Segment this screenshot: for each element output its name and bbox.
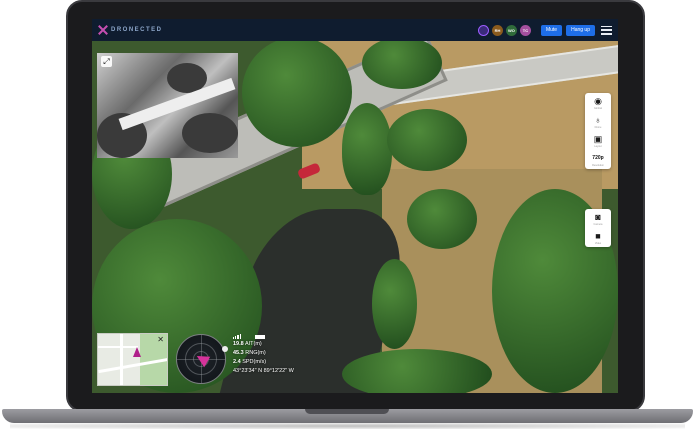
thermal-pip-view[interactable]: ⤢ [97, 53, 238, 158]
hamburger-menu-icon[interactable] [601, 25, 612, 35]
tree [342, 103, 392, 195]
camera-icon: ◙ [595, 212, 601, 222]
battery-icon [254, 334, 265, 339]
radar-compass [176, 334, 228, 384]
capture-controls-panel: ◙ Camera ■ Video [585, 209, 611, 247]
laptop-notch [305, 409, 389, 414]
screen: DRONECTED RH WO TC Mute Hang up ⤢ ◉ Gimb… [92, 19, 618, 393]
tree [242, 37, 352, 147]
logo-text: DRONECTED [111, 27, 163, 33]
tree [372, 259, 417, 349]
participant-avatar[interactable]: WO [505, 24, 517, 36]
camera-controls-panel: ◉ Gimbal ♁ Drone ▣ Layout 720p Resolutio… [585, 93, 611, 169]
logo: DRONECTED [98, 25, 163, 35]
tree [407, 189, 477, 249]
resolution-value: 720p [592, 155, 604, 161]
tree [387, 109, 467, 171]
logo-mark-icon [98, 25, 108, 35]
gimbal-icon: ◉ [594, 96, 602, 106]
layout-icon: ▣ [593, 134, 603, 144]
resolution-button[interactable]: 720p Resolution [585, 150, 611, 169]
speed-readout: 2.4 SPD(m/s) [233, 359, 267, 365]
expand-icon[interactable]: ⤢ [101, 56, 112, 67]
gimbal-button[interactable]: ◉ Gimbal [585, 93, 611, 112]
participant-avatar[interactable]: TC [519, 24, 531, 36]
tree [362, 37, 442, 89]
hang-up-button[interactable]: Hang up [566, 24, 595, 36]
drone-location-pin-icon [133, 347, 141, 357]
participant-avatars: RH WO TC [477, 24, 531, 36]
photo-capture-button[interactable]: ◙ Camera [585, 209, 611, 228]
altitude-readout: 19.8 AIT(m) [233, 341, 262, 347]
laptop-shadow [10, 423, 685, 429]
participant-avatar-self[interactable] [477, 24, 489, 36]
minimap[interactable]: ✕ [97, 333, 168, 386]
mute-button[interactable]: Mute [540, 24, 563, 36]
telemetry-readout: 19.8 AIT(m) 45.3 RNG(m) 2.4 SPD(m/s) 43°… [233, 333, 294, 376]
video-camera-icon: ■ [595, 231, 601, 241]
drone-button[interactable]: ♁ Drone [585, 112, 611, 131]
participant-avatar[interactable]: RH [491, 24, 503, 36]
video-record-button[interactable]: ■ Video [585, 228, 611, 247]
tree [342, 349, 492, 393]
close-map-icon[interactable]: ✕ [157, 336, 164, 344]
layout-button[interactable]: ▣ Layout [585, 131, 611, 150]
top-bar: DRONECTED RH WO TC Mute Hang up [92, 19, 618, 41]
home-point-icon [222, 346, 228, 352]
range-readout: 45.3 RNG(m) [233, 350, 266, 356]
drone-icon: ♁ [594, 115, 602, 125]
signal-strength-icon [233, 334, 241, 339]
gps-coordinates: 43°23'34" N 89°12'22" W [233, 368, 294, 374]
